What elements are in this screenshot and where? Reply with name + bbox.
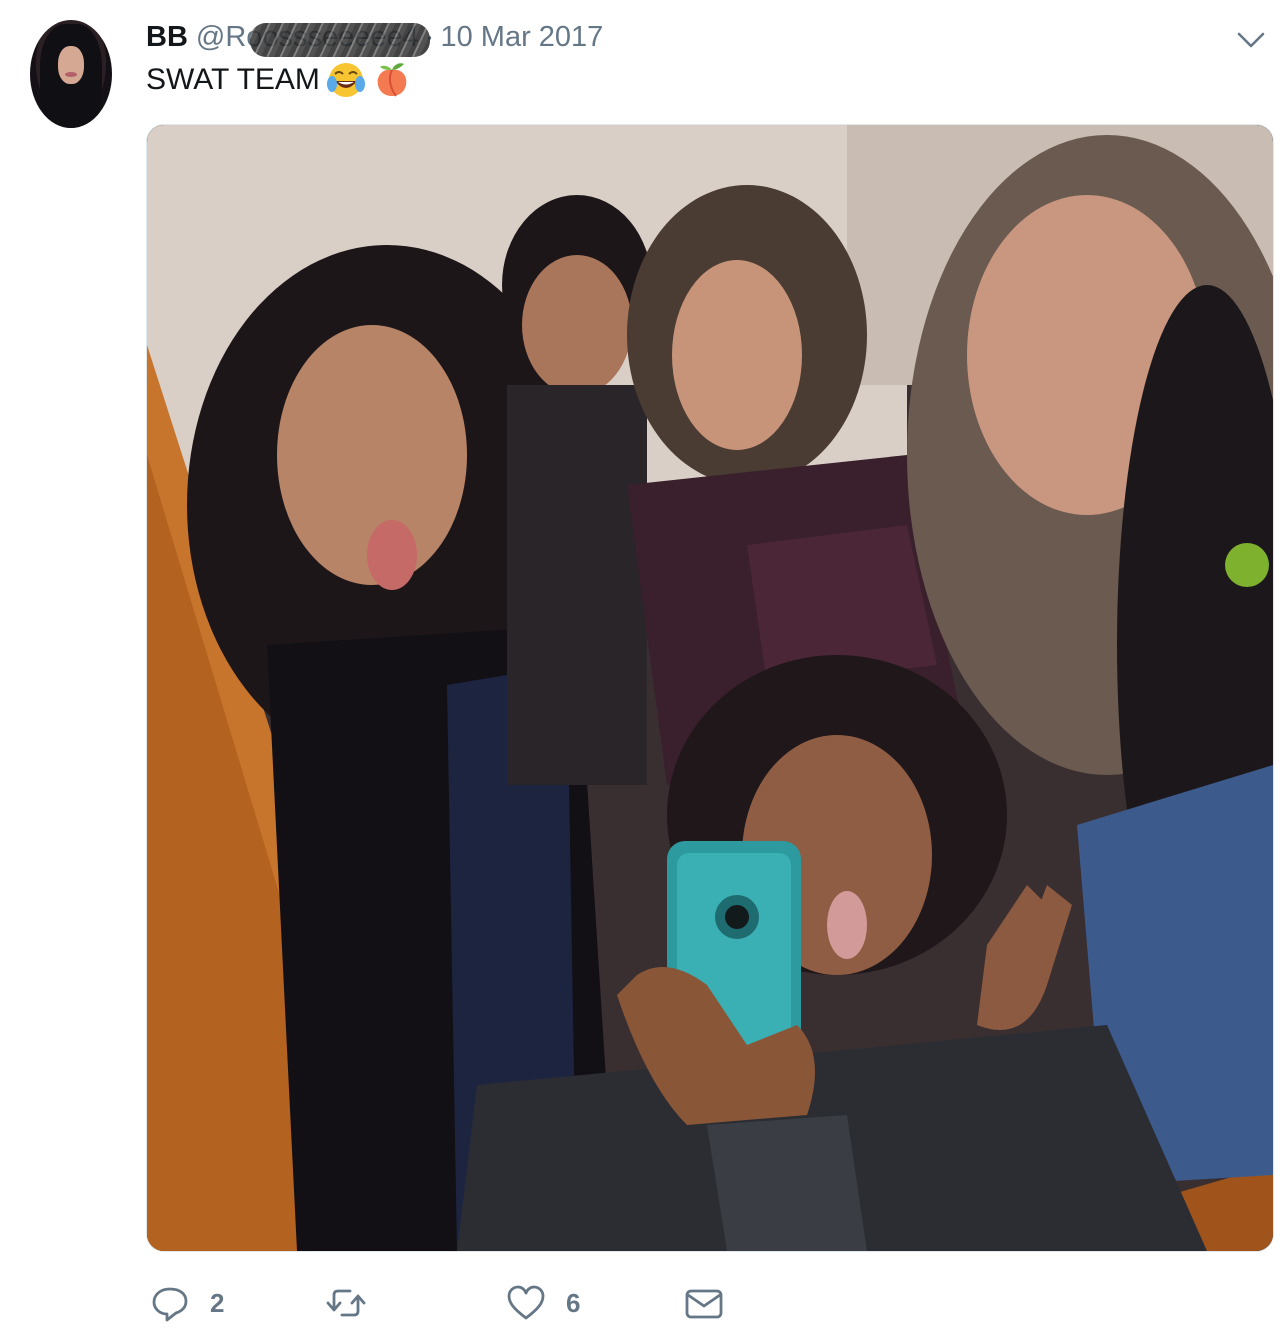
like-count: 6 bbox=[566, 1287, 581, 1318]
retweet-button[interactable] bbox=[326, 1278, 386, 1328]
heart-icon bbox=[507, 1285, 545, 1320]
tweet-text: SWAT TEAM bbox=[146, 60, 412, 100]
reply-icon bbox=[152, 1287, 188, 1322]
tweet-header: BB @Roossseeeee4 · 10 Mar 2017 bbox=[146, 18, 603, 57]
tweet-photo[interactable] bbox=[146, 124, 1274, 1252]
like-button[interactable]: 6 bbox=[506, 1278, 580, 1328]
author-handle[interactable]: @Roossseeeee4 bbox=[196, 21, 430, 57]
handle-redaction-scribble bbox=[249, 22, 430, 57]
selfie-photo bbox=[147, 125, 1273, 1251]
reply-count: 2 bbox=[210, 1287, 225, 1318]
chevron-down-icon[interactable] bbox=[1236, 28, 1266, 52]
tweet-date[interactable]: 10 Mar 2017 bbox=[440, 21, 603, 54]
tweet-text-content: SWAT TEAM bbox=[146, 63, 320, 96]
peach-icon bbox=[377, 63, 407, 97]
tweet-actions: 2 6 bbox=[146, 1278, 846, 1328]
reply-button[interactable]: 2 bbox=[150, 1278, 224, 1328]
avatar-face bbox=[58, 46, 84, 84]
tweet[interactable]: BB @Roossseeeee4 · 10 Mar 2017 SWAT TEAM bbox=[0, 0, 1284, 1336]
direct-message-button[interactable] bbox=[684, 1278, 724, 1328]
retweet-icon bbox=[326, 1289, 366, 1317]
envelope-icon bbox=[685, 1289, 723, 1319]
author-name[interactable]: BB bbox=[146, 21, 188, 54]
avatar[interactable] bbox=[30, 20, 112, 128]
face-with-tears-of-joy-icon bbox=[326, 63, 365, 97]
avatar-lips bbox=[65, 72, 77, 77]
